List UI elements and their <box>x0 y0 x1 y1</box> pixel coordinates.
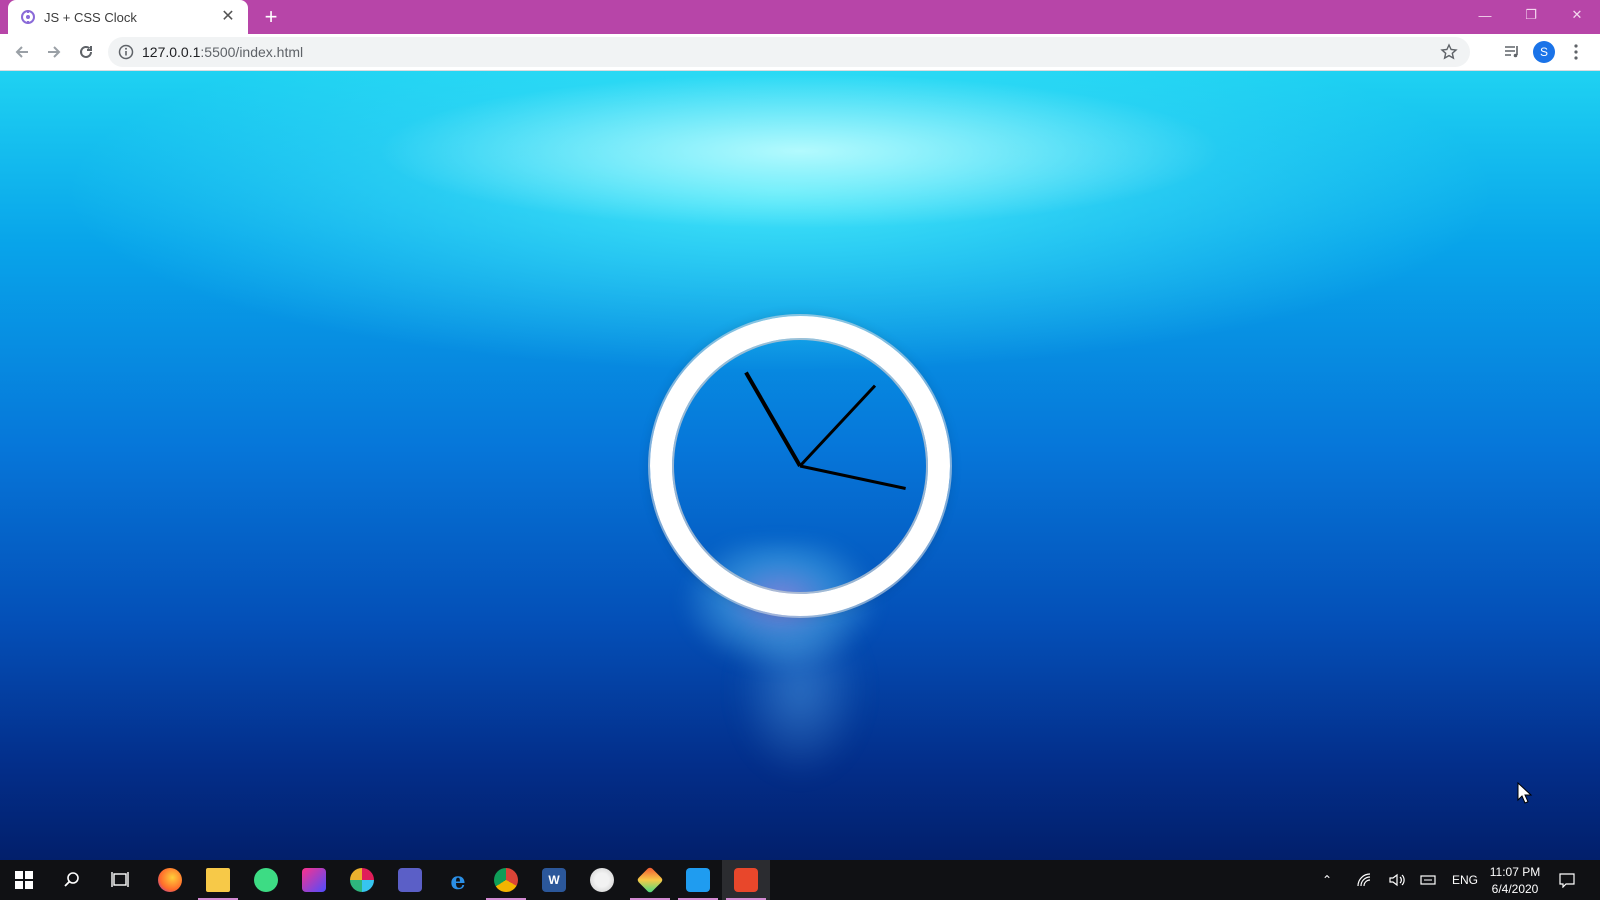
analog-clock <box>650 316 950 616</box>
tab-strip: JS + CSS Clock ✕ + — ❐ ✕ <box>0 0 1600 34</box>
url-host: 127.0.0.1 <box>142 44 201 60</box>
taskbar-app-android-studio[interactable] <box>242 860 290 900</box>
network-button[interactable] <box>1356 860 1372 900</box>
screen-recorder-icon <box>734 868 758 892</box>
keyboard-icon <box>1420 875 1436 885</box>
taskbar-app-file-explorer[interactable] <box>194 860 242 900</box>
chrome-icon <box>494 868 518 892</box>
vscode-icon <box>686 868 710 892</box>
page-favicon-icon <box>20 9 36 25</box>
chevron-up-icon: ⌃ <box>1322 873 1333 887</box>
system-date: 6/4/2020 <box>1491 882 1539 896</box>
restore-icon[interactable]: ❐ <box>1508 0 1554 30</box>
language-indicator[interactable]: ENG <box>1452 860 1478 900</box>
taskbar-app-slack[interactable] <box>338 860 386 900</box>
volume-button[interactable] <box>1388 860 1406 900</box>
url-path: :5500/index.html <box>200 44 304 60</box>
taskbar-app-edge[interactable]: e <box>434 860 482 900</box>
taskbar-app-teams[interactable] <box>386 860 434 900</box>
reload-icon <box>80 45 92 58</box>
more-vert-icon <box>1574 44 1578 60</box>
notification-icon <box>1559 873 1575 888</box>
system-time: 11:07 PM <box>1489 865 1541 879</box>
intellij-icon <box>302 868 326 892</box>
window-controls: — ❐ ✕ <box>1462 0 1600 30</box>
site-info-icon[interactable] <box>118 44 134 60</box>
jellyfish-tentacles-image <box>700 631 900 831</box>
git-icon <box>636 866 664 894</box>
browser-toolbar: 127.0.0.1:5500/index.html S <box>0 34 1600 71</box>
minimize-icon[interactable]: — <box>1462 0 1508 30</box>
taskbar-app-intellij[interactable] <box>290 860 338 900</box>
close-window-icon[interactable]: ✕ <box>1554 0 1600 30</box>
page-viewport <box>0 71 1600 860</box>
windows-taskbar: e W ⌃ ENG 11:07 PM 6/4/2020 <box>0 860 1600 900</box>
search-button[interactable] <box>48 860 96 900</box>
mouse-cursor-icon <box>1517 782 1533 804</box>
taskbar-app-firefox[interactable] <box>146 860 194 900</box>
windows-logo-icon <box>15 871 33 889</box>
taskbar-app-screen-recorder[interactable] <box>722 860 770 900</box>
taskbar-app-vscode[interactable] <box>674 860 722 900</box>
slack-icon <box>350 868 374 892</box>
file-explorer-icon <box>206 868 230 892</box>
queue-music-icon <box>1505 46 1518 58</box>
firefox-icon <box>158 868 182 892</box>
back-button[interactable] <box>8 38 36 66</box>
search-icon <box>64 872 79 887</box>
teams-icon <box>398 868 422 892</box>
action-center-button[interactable] <box>1558 860 1576 900</box>
paint-icon <box>590 868 614 892</box>
start-button[interactable] <box>0 860 48 900</box>
browser-tab[interactable]: JS + CSS Clock ✕ <box>8 0 248 34</box>
taskbar-app-git[interactable] <box>626 860 674 900</box>
avatar: S <box>1533 41 1555 63</box>
task-view-button[interactable] <box>96 860 144 900</box>
tab-title: JS + CSS Clock <box>44 9 137 25</box>
clock-face <box>744 371 906 490</box>
edge-icon: e <box>450 865 466 895</box>
reload-button[interactable] <box>72 38 100 66</box>
new-tab-button[interactable]: + <box>258 4 284 30</box>
profile-button[interactable]: S <box>1530 38 1558 66</box>
hour-hand <box>744 371 802 468</box>
forward-button[interactable] <box>40 38 68 66</box>
show-hidden-icons-button[interactable]: ⌃ <box>1322 860 1332 900</box>
word-icon: W <box>542 868 566 892</box>
android-studio-icon <box>254 868 278 892</box>
tab-close-icon[interactable]: ✕ <box>220 9 236 25</box>
address-bar[interactable]: 127.0.0.1:5500/index.html <box>108 37 1470 67</box>
taskbar-app-word[interactable]: W <box>530 860 578 900</box>
arrow-left-icon <box>15 46 28 58</box>
arrow-right-icon <box>48 46 61 58</box>
minute-hand <box>798 384 877 468</box>
media-control-button[interactable] <box>1498 38 1526 66</box>
taskbar-app-paint[interactable] <box>578 860 626 900</box>
wifi-icon <box>1357 873 1371 887</box>
taskbar-app-chrome[interactable] <box>482 860 530 900</box>
browser-window: JS + CSS Clock ✕ + — ❐ ✕ 127.0.0.1:5500… <box>0 0 1600 900</box>
browser-menu-button[interactable] <box>1562 38 1590 66</box>
input-method-button[interactable] <box>1420 860 1438 900</box>
task-view-icon <box>111 872 129 887</box>
bookmark-star-icon[interactable] <box>1440 43 1458 61</box>
system-clock[interactable]: 11:07 PM 6/4/2020 <box>1478 864 1552 898</box>
speaker-icon <box>1389 873 1405 887</box>
second-hand <box>799 464 906 490</box>
